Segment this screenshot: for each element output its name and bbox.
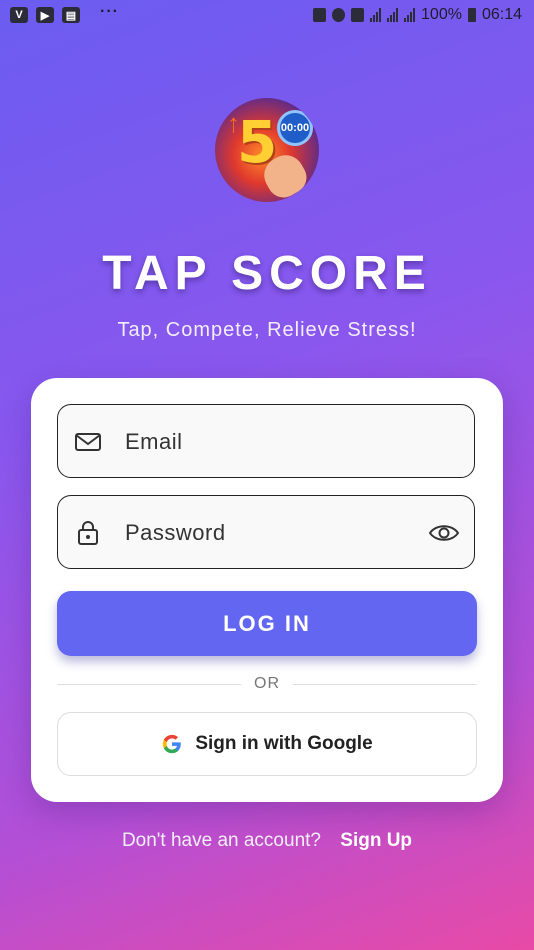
- clock: 06:14: [481, 6, 522, 23]
- battery-percent: 100%: [421, 6, 462, 23]
- signal-icon: [370, 8, 382, 22]
- youtube-icon: ▶: [36, 7, 54, 23]
- sim-icon: [351, 8, 365, 22]
- app-subtitle: Tap, Compete, Relieve Stress!: [117, 319, 417, 341]
- viber-icon: V: [10, 7, 28, 23]
- email-field[interactable]: Email: [57, 404, 475, 478]
- status-bar: V ▶ ▤ ··· 100% 06:14: [0, 0, 534, 32]
- login-card: Email Password LOG IN OR Sign in with Go…: [31, 378, 503, 802]
- news-icon: ▤: [62, 7, 80, 23]
- eye-icon[interactable]: [428, 520, 460, 546]
- lock-icon: [313, 8, 327, 22]
- timer-badge: 00:00: [277, 110, 313, 146]
- signal-2-icon: [404, 8, 416, 22]
- password-placeholder: Password: [125, 520, 226, 545]
- signal-4g-icon: [387, 8, 399, 22]
- divider-line-right: [293, 684, 477, 685]
- password-field[interactable]: Password: [57, 495, 475, 569]
- login-button[interactable]: LOG IN: [57, 591, 477, 656]
- mail-icon: [75, 433, 101, 451]
- google-icon: [163, 734, 182, 754]
- signup-prompt: Don't have an account? Sign Up: [0, 830, 534, 852]
- signup-question: Don't have an account?: [121, 830, 321, 851]
- more-notifications-icon: ···: [100, 3, 119, 20]
- app-logo: ↑ 5 00:00: [215, 98, 319, 202]
- lock-icon: [78, 521, 98, 545]
- email-placeholder: Email: [125, 429, 183, 454]
- or-divider: OR: [57, 675, 477, 695]
- system-status: 100% 06:14: [313, 6, 522, 24]
- signup-link[interactable]: Sign Up: [340, 830, 412, 851]
- google-signin-label: Sign in with Google: [195, 733, 373, 754]
- battery-icon: [467, 8, 476, 22]
- app-title: TAP SCORE: [102, 247, 432, 300]
- alarm-icon: [332, 8, 346, 22]
- google-signin-button[interactable]: Sign in with Google: [57, 712, 477, 776]
- notification-icons: V ▶ ▤ ···: [10, 3, 119, 23]
